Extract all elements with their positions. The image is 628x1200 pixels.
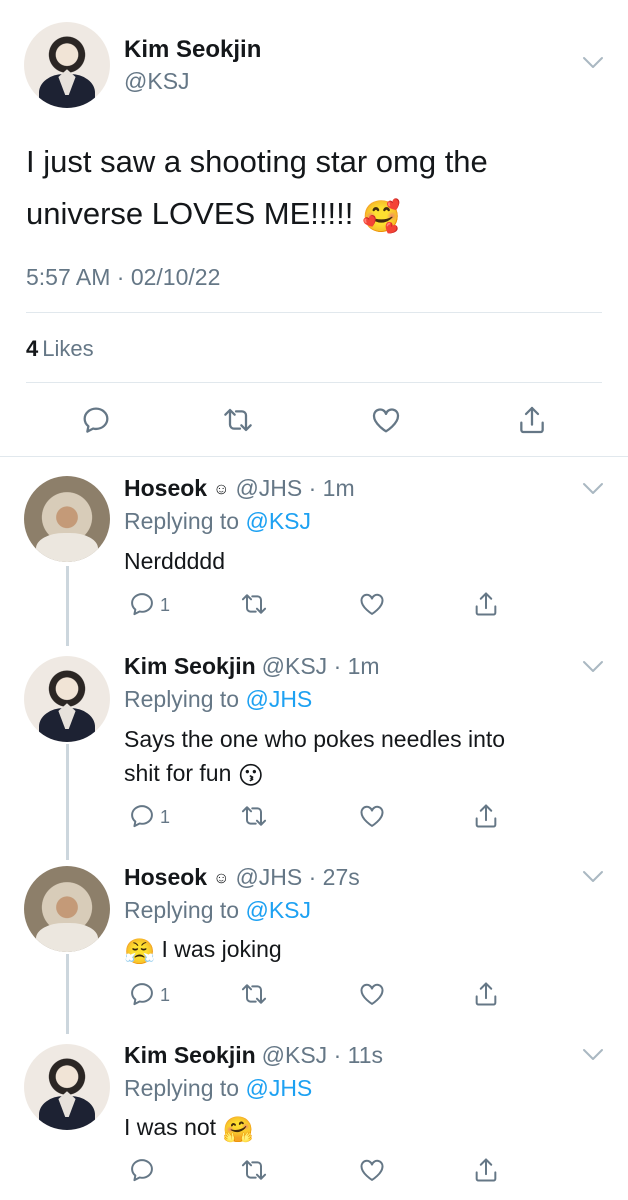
replying-prefix: Replying to xyxy=(124,897,240,923)
reply-count: 1 xyxy=(160,985,171,1005)
face-with-steam-emoji: 😤 xyxy=(124,938,156,966)
reply-count: 1 xyxy=(160,595,171,615)
kissing-face-emoji: 😗 xyxy=(237,762,264,790)
divider xyxy=(26,312,602,313)
avatar[interactable] xyxy=(24,1044,110,1130)
heart-icon[interactable] xyxy=(358,802,386,830)
reply-text: I was not 🤗 xyxy=(124,1110,254,1147)
reply-text-line-2-text: shit for fun xyxy=(124,760,232,786)
reply-header: Hoseok ☺ @JHS · 27s xyxy=(124,864,360,891)
reply-header: Kim Seokjin @KSJ · 11s xyxy=(124,1042,383,1069)
heart-icon[interactable] xyxy=(358,980,386,1008)
chevron-down-icon[interactable] xyxy=(582,56,604,70)
author-meta[interactable]: @JHS · 27s xyxy=(235,864,359,890)
author-meta[interactable]: @KSJ · 1m xyxy=(262,653,380,679)
reply-text-line-1: Says the one who pokes needles into xyxy=(124,726,506,752)
avatar[interactable] xyxy=(24,22,110,108)
chevron-down-icon[interactable] xyxy=(582,660,604,674)
divider xyxy=(26,382,602,383)
replying-prefix: Replying to xyxy=(124,1075,240,1101)
share-icon[interactable] xyxy=(472,980,500,1008)
reply-icon[interactable] xyxy=(128,980,156,1008)
smiling-face-with-hearts-emoji: 🥰 xyxy=(361,199,401,234)
author-meta[interactable]: @JHS · 1m xyxy=(235,475,354,501)
hugging-face-emoji: 🤗 xyxy=(222,1116,254,1144)
heart-icon[interactable] xyxy=(358,1156,386,1184)
mention-link[interactable]: @JHS xyxy=(245,686,312,712)
author-name[interactable]: Hoseok xyxy=(124,475,207,501)
retweet-icon[interactable] xyxy=(222,404,254,436)
reply-text: Says the one who pokes needles into shit… xyxy=(124,722,505,793)
reply-icon[interactable] xyxy=(128,1156,156,1184)
reply-text-line-2: shit for fun 😗 xyxy=(124,756,505,793)
reply-text-content: I was not xyxy=(124,1114,217,1140)
replying-prefix: Replying to xyxy=(124,508,240,534)
author-handle[interactable]: @KSJ xyxy=(124,68,190,95)
author-name[interactable]: Kim Seokjin xyxy=(124,1042,256,1068)
section-divider xyxy=(0,456,628,457)
retweet-icon[interactable] xyxy=(240,590,268,618)
tweet-timestamp[interactable]: 5:57 AM · 02/10/22 xyxy=(26,264,220,291)
thread-line xyxy=(66,744,69,860)
thread-line xyxy=(66,954,69,1034)
reply-text-content: I was joking xyxy=(161,936,282,962)
likes-count: 4 xyxy=(26,336,39,361)
avatar[interactable] xyxy=(24,476,110,562)
avatar[interactable] xyxy=(24,656,110,742)
mention-link[interactable]: @KSJ xyxy=(245,508,311,534)
replying-to: Replying to @KSJ xyxy=(124,897,311,924)
replying-to: Replying to @JHS xyxy=(124,1075,312,1102)
mention-link[interactable]: @JHS xyxy=(245,1075,312,1101)
reply-header: Kim Seokjin @KSJ · 1m xyxy=(124,653,380,680)
reply-header: Hoseok ☺ @JHS · 1m xyxy=(124,475,355,502)
reply-icon[interactable] xyxy=(128,590,156,618)
reply-count: 1 xyxy=(160,807,171,827)
chevron-down-icon[interactable] xyxy=(582,870,604,884)
retweet-icon[interactable] xyxy=(240,1156,268,1184)
heart-icon[interactable] xyxy=(370,404,402,436)
retweet-icon[interactable] xyxy=(240,980,268,1008)
avatar[interactable] xyxy=(24,866,110,952)
reply-text: 😤 I was joking xyxy=(124,932,282,969)
tweet-text-line-2-text: universe LOVES ME!!!!! xyxy=(26,196,354,231)
share-icon[interactable] xyxy=(472,802,500,830)
tweet-text: I just saw a shooting star omg the unive… xyxy=(26,136,488,243)
mention-link[interactable]: @KSJ xyxy=(245,897,311,923)
chevron-down-icon[interactable] xyxy=(582,1048,604,1062)
replying-to: Replying to @KSJ xyxy=(124,508,311,535)
share-icon[interactable] xyxy=(472,590,500,618)
replying-prefix: Replying to xyxy=(124,686,240,712)
reply-text: Nerddddd xyxy=(124,548,226,574)
author-name[interactable]: Hoseok xyxy=(124,864,207,890)
smiley-badge-icon: ☺ xyxy=(213,481,230,498)
tweet-text-line-2: universe LOVES ME!!!!! 🥰 xyxy=(26,188,488,243)
share-icon[interactable] xyxy=(472,1156,500,1184)
retweet-icon[interactable] xyxy=(240,802,268,830)
author-name[interactable]: Kim Seokjin xyxy=(124,653,256,679)
chevron-down-icon[interactable] xyxy=(582,482,604,496)
likes-label: Likes xyxy=(42,336,94,361)
replying-to: Replying to @JHS xyxy=(124,686,312,713)
tweet-text-line-1: I just saw a shooting star omg the xyxy=(26,144,488,179)
likes-stat[interactable]: 4 Likes xyxy=(26,336,94,362)
share-icon[interactable] xyxy=(516,404,548,436)
author-name[interactable]: Kim Seokjin xyxy=(124,36,261,64)
author-meta[interactable]: @KSJ · 11s xyxy=(262,1042,383,1068)
reply-icon[interactable] xyxy=(128,802,156,830)
heart-icon[interactable] xyxy=(358,590,386,618)
smiley-badge-icon: ☺ xyxy=(213,870,230,887)
thread-line xyxy=(66,566,69,646)
reply-icon[interactable] xyxy=(80,404,112,436)
